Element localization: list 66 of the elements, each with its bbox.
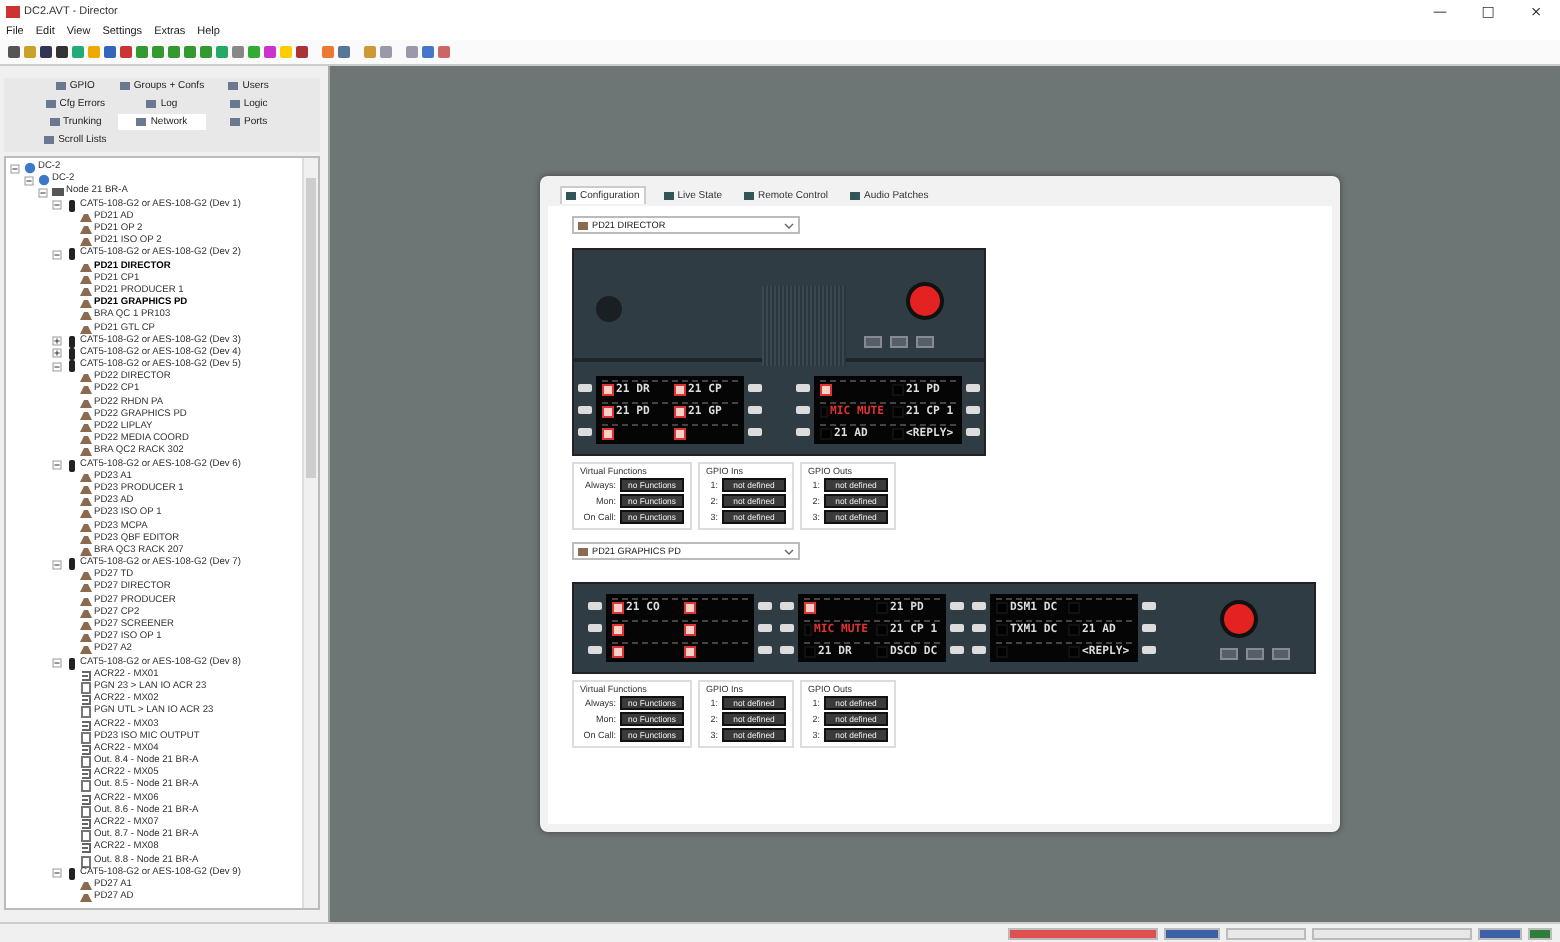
panel-key — [890, 336, 908, 348]
panel-key — [1246, 648, 1264, 660]
panel-key — [1142, 623, 1156, 632]
panel-key — [588, 646, 602, 655]
panel-key — [796, 405, 810, 414]
scrollbar[interactable] — [302, 158, 318, 908]
panel-key — [1220, 648, 1238, 660]
microphone-socket — [596, 296, 622, 322]
panel-key — [780, 601, 794, 610]
panel-key — [748, 405, 762, 414]
panel-key — [578, 405, 592, 414]
expander-icon[interactable] — [52, 348, 62, 359]
card-icon — [65, 558, 77, 571]
panel-key — [916, 336, 934, 348]
panel-key — [758, 601, 772, 610]
expander-icon[interactable] — [52, 361, 62, 372]
panel-key — [972, 646, 986, 655]
expander-icon[interactable] — [52, 658, 62, 669]
panel-key — [972, 623, 986, 632]
panel-key — [578, 428, 592, 437]
panel-key — [950, 623, 964, 632]
panel-key — [588, 601, 602, 610]
card-icon — [65, 867, 77, 880]
panel-key — [864, 336, 882, 348]
panel-key — [796, 383, 810, 392]
panel-key — [950, 646, 964, 655]
status-segment — [1478, 927, 1522, 939]
speaker-grille — [762, 286, 846, 366]
panel-key — [972, 601, 986, 610]
volume-knob — [1224, 604, 1254, 634]
panel-key — [748, 428, 762, 437]
card-icon — [65, 248, 77, 261]
panel-key — [950, 601, 964, 610]
panel-key — [780, 646, 794, 655]
app-icon — [6, 6, 20, 18]
panel-key — [780, 623, 794, 632]
rack-icon — [51, 186, 63, 199]
status-segment — [1528, 927, 1552, 939]
expander-icon[interactable] — [52, 200, 62, 211]
caret-icon — [784, 221, 794, 229]
panel-key — [578, 383, 592, 392]
card-icon — [65, 199, 77, 212]
expander-icon[interactable] — [52, 249, 62, 260]
expander-icon[interactable] — [52, 336, 62, 347]
panel-key — [796, 428, 810, 437]
card-icon — [65, 657, 77, 670]
panel-key — [966, 428, 980, 437]
expander-icon[interactable] — [10, 163, 20, 174]
panel-key — [966, 383, 980, 392]
expander-icon[interactable] — [52, 868, 62, 879]
expander-icon[interactable] — [52, 460, 62, 471]
volume-knob — [910, 286, 940, 316]
panel-key — [966, 405, 980, 414]
panel-key — [758, 646, 772, 655]
panel-key — [588, 623, 602, 632]
expander-icon[interactable] — [52, 559, 62, 570]
status-segment — [1164, 927, 1220, 939]
panel-key — [1142, 601, 1156, 610]
panel-key — [1272, 648, 1290, 660]
expander-icon[interactable] — [38, 187, 48, 198]
expander-icon[interactable] — [24, 175, 34, 186]
caret-icon — [784, 547, 794, 555]
panel-key — [758, 623, 772, 632]
panel-key — [748, 383, 762, 392]
card-icon — [65, 459, 77, 472]
panel-key — [1142, 646, 1156, 655]
